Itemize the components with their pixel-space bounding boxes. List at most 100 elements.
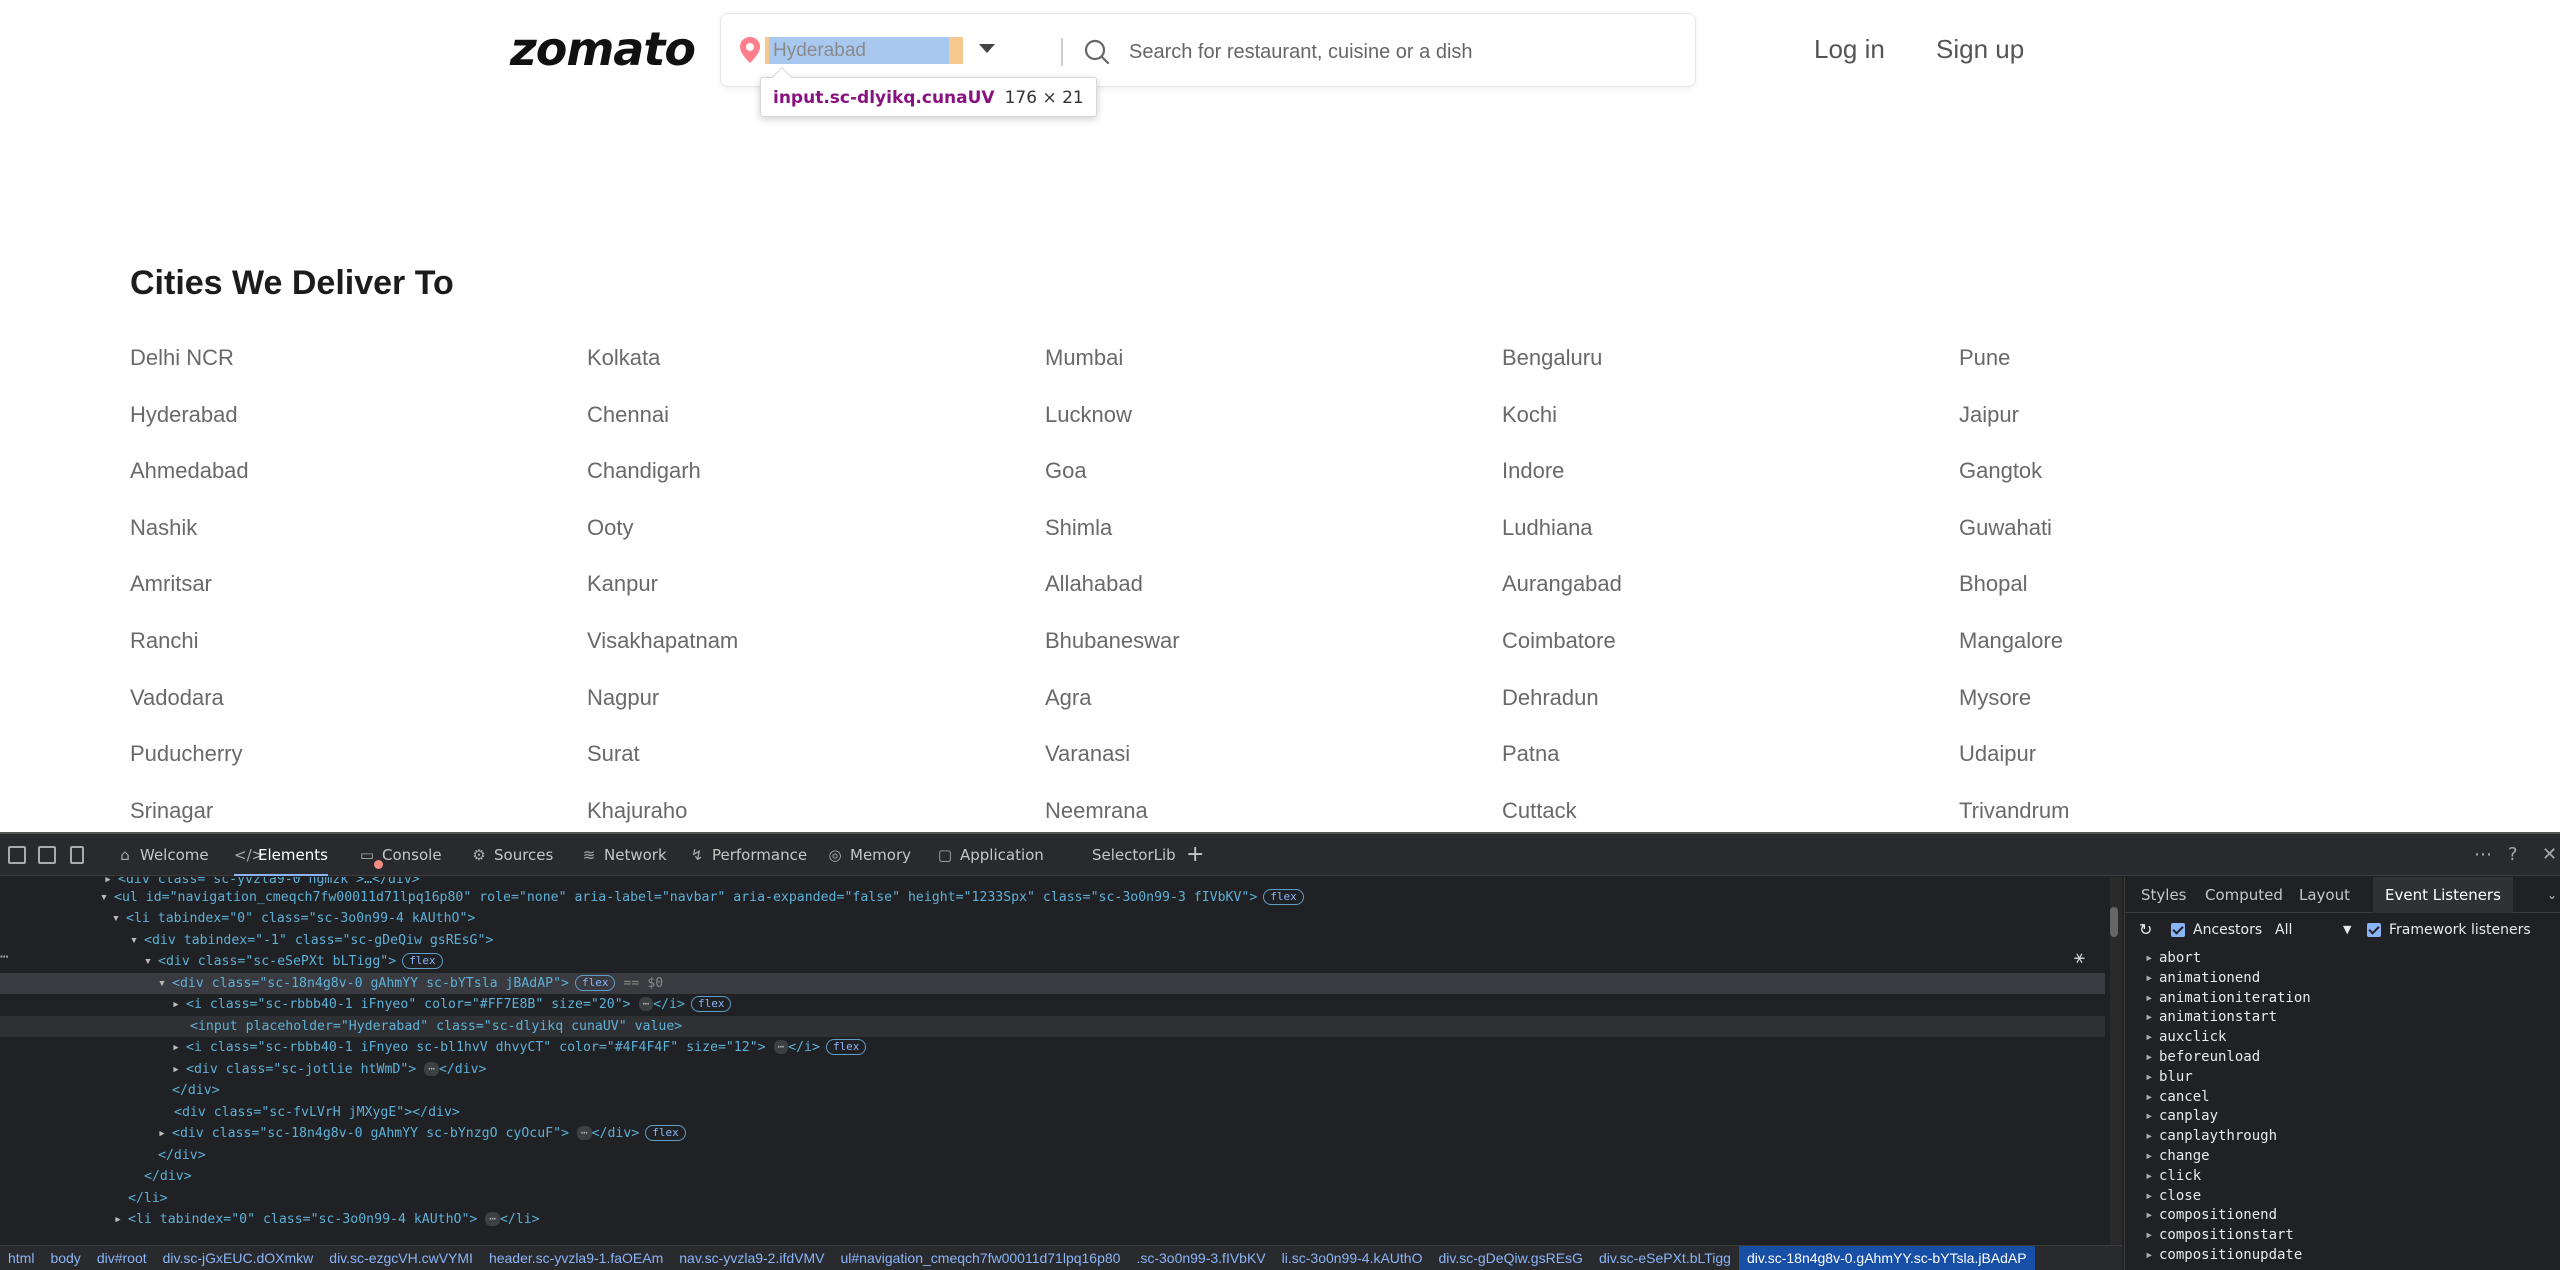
dom-node[interactable]: ▾ <ul id="navigation_cmeqch7fw00011d71lpq… [100,887,1304,908]
tab-elements[interactable]: </>Elements [234,834,328,876]
breadcrumb-item[interactable]: div.sc-ezgcVH.cwVYMI [321,1246,481,1270]
flex-badge[interactable]: flex [825,1039,867,1055]
dock-side-icon[interactable] [70,846,84,864]
tab-network[interactable]: ≋ Network [580,834,667,876]
city-link[interactable]: Udaipur [1959,741,2036,767]
event-listener-item[interactable]: ▸ blur [2145,1068,2555,1088]
city-link[interactable]: Shimla [1045,515,1112,541]
close-icon[interactable]: ✕ [2542,844,2557,865]
event-listener-item[interactable]: ▸ cancel [2145,1088,2555,1108]
event-listener-item[interactable]: ▸ canplaythrough [2145,1127,2555,1147]
city-link[interactable]: Patna [1502,741,1560,767]
dom-node[interactable]: </div> [158,1145,206,1166]
city-link[interactable]: Bhopal [1959,571,2028,597]
login-link[interactable]: Log in [1814,34,1885,65]
city-link[interactable]: Vadodara [130,685,224,711]
more-options-icon[interactable]: ⋯ [2474,844,2492,865]
city-link[interactable]: Trivandrum [1959,798,2069,824]
refresh-icon[interactable]: ↻ [2139,913,2152,947]
city-link[interactable]: Cuttack [1502,798,1577,824]
city-link[interactable]: Puducherry [130,741,243,767]
city-link[interactable]: Nagpur [587,685,659,711]
breadcrumb-item[interactable]: body [42,1246,88,1270]
city-link[interactable]: Delhi NCR [130,345,234,371]
event-listener-item[interactable]: ▸ abort [2145,949,2555,969]
city-link[interactable]: Khajuraho [587,798,687,824]
event-listener-item[interactable]: ▸ animationend [2145,969,2555,989]
breadcrumb-item[interactable]: ul#navigation_cmeqch7fw00011d71lpq16p80 [832,1246,1128,1270]
event-listener-item[interactable]: ▸ canplay [2145,1107,2555,1127]
dom-node[interactable]: </li> [128,1188,168,1209]
breadcrumb-item[interactable]: div.sc-gDeQiw.gsREsG [1430,1246,1590,1270]
city-link[interactable]: Kolkata [587,345,660,371]
dom-node-hovered[interactable]: <input placeholder="Hyderabad" class="sc… [0,1016,2105,1037]
chevron-down-icon[interactable] [979,44,995,53]
ancestors-checkbox[interactable] [2171,923,2185,937]
city-link[interactable]: Allahabad [1045,571,1143,597]
tab-selectorlib[interactable]: SelectorLib [1092,834,1176,876]
city-link[interactable]: Bengaluru [1502,345,1602,371]
tab-styles[interactable]: Styles [2141,877,2187,913]
city-link[interactable]: Jaipur [1959,402,2019,428]
city-link[interactable]: Ahmedabad [130,458,249,484]
event-listener-item[interactable]: ▸ compositionstart [2145,1226,2555,1246]
add-tab-icon[interactable]: + [1186,834,1204,876]
breadcrumb-item[interactable]: .sc-3o0n99-3.fIVbKV [1128,1246,1273,1270]
city-link[interactable]: Dehradun [1502,685,1599,711]
restaurant-search-input[interactable] [1129,38,1669,66]
node-options-icon[interactable]: ⋯ [0,949,8,965]
city-link[interactable]: Goa [1045,458,1087,484]
event-listener-item[interactable]: ▸ animationstart [2145,1008,2555,1028]
city-link[interactable]: Lucknow [1045,402,1132,428]
flex-badge[interactable]: flex [574,975,616,991]
breadcrumb-item[interactable]: header.sc-yvzla9-1.faOEAm [481,1246,671,1270]
city-link[interactable]: Aurangabad [1502,571,1622,597]
dom-node[interactable]: ▸ <div class="sc-jotlie htWmD"> ⋯ </div> [172,1059,486,1080]
city-link[interactable]: Amritsar [130,571,212,597]
tab-event-listeners[interactable]: Event Listeners [2373,877,2513,913]
city-link[interactable]: Bhubaneswar [1045,628,1180,654]
city-link[interactable]: Neemrana [1045,798,1148,824]
event-listener-item[interactable]: ▸ compositionend [2145,1206,2555,1226]
city-link[interactable]: Kochi [1502,402,1557,428]
signup-link[interactable]: Sign up [1936,34,2024,65]
dom-node[interactable]: ▸ <i class="sc-rbbb40-1 iFnyeo sc-bl1hvV … [172,1037,867,1058]
tab-computed[interactable]: Computed [2205,877,2283,913]
tab-performance[interactable]: ↯ Performance [688,834,807,876]
event-listener-item[interactable]: ▸ compositionupdate [2145,1246,2555,1266]
breadcrumb-item[interactable]: div.sc-18n4g8v-0.gAhmYY.sc-bYTsla.jBAdAP [1738,1246,2035,1270]
city-link[interactable]: Varanasi [1045,741,1130,767]
city-link[interactable]: Gangtok [1959,458,2042,484]
flex-badge[interactable]: flex [1263,889,1304,905]
dom-node[interactable]: ▸ <li tabindex="0" class="sc-3o0n99-4 kAU… [114,1209,540,1230]
dom-node[interactable]: <div class="sc-fvLVrH jMXygE"></div> [174,1102,460,1123]
device-toolbar-icon[interactable] [8,846,26,864]
tab-console[interactable]: ▭ Console [358,834,442,876]
framework-listeners-checkbox[interactable] [2367,923,2381,937]
flex-badge[interactable]: flex [402,953,443,969]
dom-node[interactable]: </div> [144,1166,192,1187]
city-link[interactable]: Mangalore [1959,628,2063,654]
flex-badge[interactable]: flex [690,996,732,1012]
city-link[interactable]: Ooty [587,515,633,541]
dom-node-selected[interactable]: ▾ <div class="sc-18n4g8v-0 gAhmYY sc-bYTs… [0,973,2105,994]
elements-dom-tree[interactable]: ⋯ ▸ <div class="sc-yvzla9-0 hgmzk">…</div… [0,877,2110,1245]
city-link[interactable]: Agra [1045,685,1091,711]
breadcrumb-item[interactable]: html [0,1246,42,1270]
event-listener-item[interactable]: ▸ close [2145,1187,2555,1207]
city-link[interactable]: Ranchi [130,628,198,654]
city-link[interactable]: Guwahati [1959,515,2052,541]
chevron-down-icon[interactable]: ▼ [2343,913,2351,947]
ancestors-select[interactable]: All [2275,913,2292,947]
event-listener-item[interactable]: ▸ animationiteration [2145,989,2555,1009]
city-link[interactable]: Kanpur [587,571,658,597]
city-link[interactable]: Pune [1959,345,2010,371]
city-link[interactable]: Surat [587,741,640,767]
city-link[interactable]: Hyderabad [130,402,238,428]
city-link[interactable]: Mysore [1959,685,2031,711]
event-listener-item[interactable]: ▸ beforeunload [2145,1048,2555,1068]
city-link[interactable]: Indore [1502,458,1564,484]
tab-welcome[interactable]: ⌂ Welcome [116,834,208,876]
dom-node[interactable]: ▾ <div class="sc-eSePXt bLTigg"> flex [144,951,443,972]
scrollbar-thumb[interactable] [2110,907,2118,937]
